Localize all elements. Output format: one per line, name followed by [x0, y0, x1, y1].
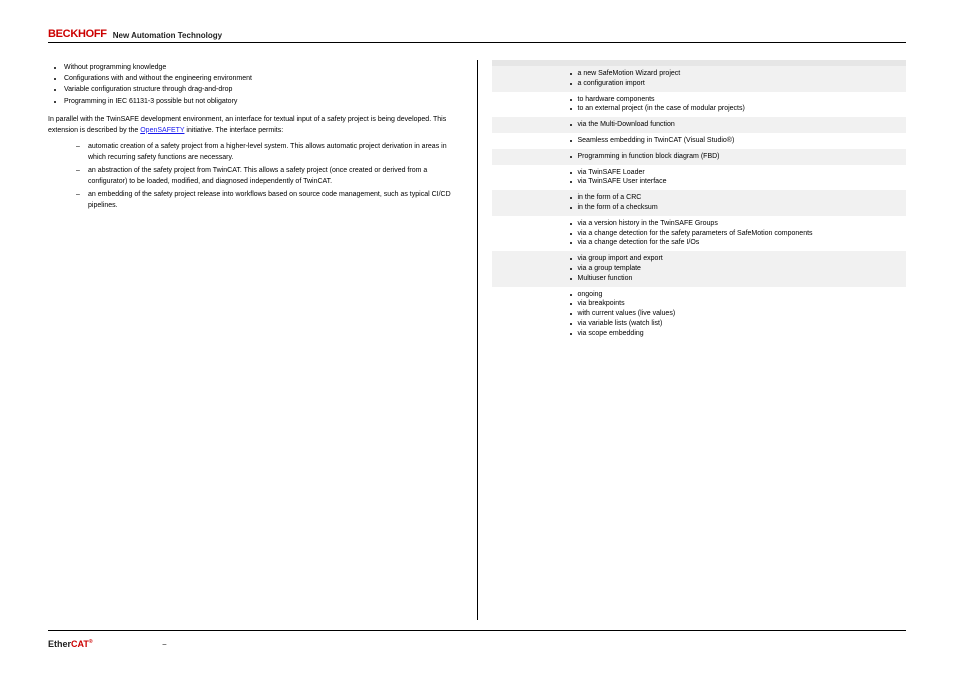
table-row: Programming in function block diagram (F…: [492, 149, 907, 165]
ethercat-reg-icon: ®: [89, 639, 93, 645]
table-row: a new SafeMotion Wizard projecta configu…: [492, 66, 907, 92]
list-item: Programming in function block diagram (F…: [568, 152, 901, 162]
intro-paragraph: In parallel with the TwinSAFE developmen…: [48, 115, 463, 137]
ethercat-text-a: Ether: [48, 639, 71, 649]
table-cell-key: [492, 251, 562, 286]
table-cell-key: [492, 287, 562, 342]
list-item: an abstraction of the safety project fro…: [48, 166, 463, 187]
list-item: with current values (live values): [568, 309, 901, 319]
table-cell-key: [492, 133, 562, 149]
table-cell-key: [492, 117, 562, 133]
list-item: an embedding of the safety project relea…: [48, 190, 463, 211]
list-item: Without programming knowledge: [48, 62, 463, 73]
list-item: in the form of a CRC: [568, 193, 901, 203]
list-item: Multiuser function: [568, 274, 901, 284]
list-item: via breakpoints: [568, 299, 901, 309]
list-item: Configurations with and without the engi…: [48, 73, 463, 84]
table-cell-value: Programming in function block diagram (F…: [562, 149, 907, 165]
table-cell-key: [492, 66, 562, 92]
table-cell-value: via group import and exportvia a group t…: [562, 251, 907, 286]
table-cell-key: [492, 216, 562, 251]
left-column: Without programming knowledgeConfigurati…: [48, 60, 463, 620]
list-item: Programming in IEC 61131-3 possible but …: [48, 96, 463, 107]
list-item: to hardware components: [568, 95, 901, 105]
list-item: via a version history in the TwinSAFE Gr…: [568, 219, 901, 229]
ethercat-logo: EtherCAT®: [48, 639, 93, 649]
ethercat-text-b: CAT: [71, 639, 89, 649]
right-column: a new SafeMotion Wizard projecta configu…: [492, 60, 907, 620]
list-item: Seamless embedding in TwinCAT (Visual St…: [568, 136, 901, 146]
table-cell-value: ongoingvia breakpointswith current value…: [562, 287, 907, 342]
list-item: via group import and export: [568, 254, 901, 264]
table-row: ongoingvia breakpointswith current value…: [492, 287, 907, 342]
list-item: in the form of a checksum: [568, 203, 901, 213]
list-item: via TwinSAFE Loader: [568, 168, 901, 178]
table-cell-value: via TwinSAFE Loadervia TwinSAFE User int…: [562, 165, 907, 191]
footer-separator: –: [163, 641, 167, 648]
table-cell-value: a new SafeMotion Wizard projecta configu…: [562, 66, 907, 92]
opensafety-link[interactable]: OpenSAFETY: [140, 127, 184, 134]
table-cell-value: via a version history in the TwinSAFE Gr…: [562, 216, 907, 251]
list-item: to an external project (in the case of m…: [568, 104, 901, 114]
table-cell-key: [492, 92, 562, 118]
table-cell-value: via the Multi-Download function: [562, 117, 907, 133]
list-item: Variable configuration structure through…: [48, 84, 463, 95]
list-item: via a change detection for the safe I/Os: [568, 238, 901, 248]
table-cell-key: [492, 149, 562, 165]
list-item: a configuration import: [568, 79, 901, 89]
table-cell-value: to hardware componentsto an external pro…: [562, 92, 907, 118]
sub-bullet-list: automatic creation of a safety project f…: [48, 142, 463, 211]
list-item: via the Multi-Download function: [568, 120, 901, 130]
brand-tagline: New Automation Technology: [113, 31, 222, 40]
page-footer: EtherCAT® –: [48, 630, 906, 653]
column-divider: [477, 60, 478, 620]
list-item: via variable lists (watch list): [568, 319, 901, 329]
table-cell-value: Seamless embedding in TwinCAT (Visual St…: [562, 133, 907, 149]
list-item: ongoing: [568, 290, 901, 300]
brand-logo: BECKHOFF: [48, 28, 107, 40]
table-cell-key: [492, 165, 562, 191]
list-item: a new SafeMotion Wizard project: [568, 69, 901, 79]
intro-bullet-list: Without programming knowledgeConfigurati…: [48, 62, 463, 107]
table-row: via a version history in the TwinSAFE Gr…: [492, 216, 907, 251]
table-row: in the form of a CRCin the form of a che…: [492, 190, 907, 216]
table-row: via group import and exportvia a group t…: [492, 251, 907, 286]
para-text-b: initiative. The interface permits:: [184, 127, 283, 134]
table-row: to hardware componentsto an external pro…: [492, 92, 907, 118]
table-row: Seamless embedding in TwinCAT (Visual St…: [492, 133, 907, 149]
page-header: BECKHOFF New Automation Technology: [48, 24, 906, 43]
table-cell-key: [492, 190, 562, 216]
table-cell-value: in the form of a CRCin the form of a che…: [562, 190, 907, 216]
table-row: via TwinSAFE Loadervia TwinSAFE User int…: [492, 165, 907, 191]
list-item: via a change detection for the safety pa…: [568, 229, 901, 239]
list-item: automatic creation of a safety project f…: [48, 142, 463, 163]
list-item: via TwinSAFE User interface: [568, 177, 901, 187]
table-row: via the Multi-Download function: [492, 117, 907, 133]
list-item: via scope embedding: [568, 329, 901, 339]
feature-table: a new SafeMotion Wizard projecta configu…: [492, 60, 907, 342]
list-item: via a group template: [568, 264, 901, 274]
